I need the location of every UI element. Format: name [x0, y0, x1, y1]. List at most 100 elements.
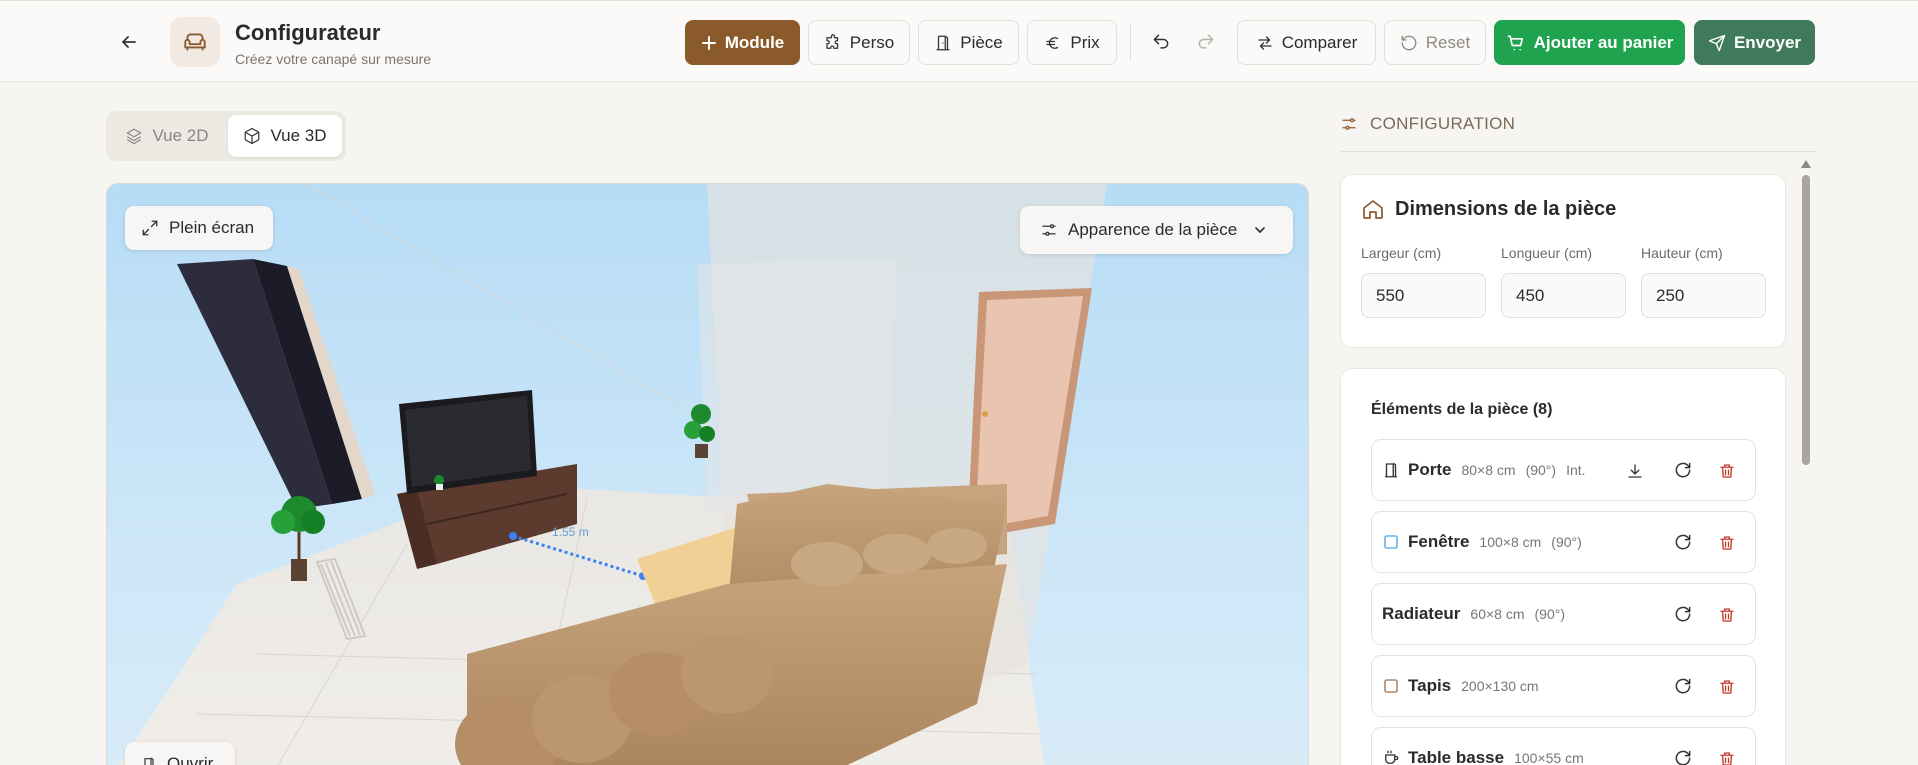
redo-icon — [1198, 34, 1214, 49]
rotate-icon — [1675, 606, 1691, 622]
trash-icon — [1720, 608, 1734, 622]
view-2d-tab[interactable]: Vue 2D — [110, 115, 224, 157]
back-button[interactable] — [116, 29, 142, 55]
rotate-button[interactable] — [1671, 747, 1695, 765]
page-title: Configurateur — [235, 20, 381, 45]
delete-button[interactable] — [1715, 675, 1739, 699]
reset-button[interactable]: Reset — [1384, 20, 1486, 65]
panel-scrollbar[interactable] — [1802, 175, 1810, 465]
reset-label: Reset — [1425, 32, 1471, 52]
cup-icon — [1385, 750, 1399, 764]
compare-label: Comparer — [1281, 32, 1358, 52]
trash-icon — [1720, 680, 1734, 694]
swap-icon — [1258, 35, 1272, 50]
largeur-label: Largeur (cm) — [1361, 245, 1442, 261]
rotate-button[interactable] — [1671, 603, 1695, 627]
send-button[interactable]: Envoyer — [1694, 20, 1815, 65]
app-logo — [170, 17, 220, 67]
element-size: 100×55 cm — [1514, 750, 1584, 765]
reset-icon — [1401, 35, 1417, 50]
rug-icon — [1384, 679, 1398, 693]
3d-viewport[interactable]: 1.55 m Plein écran Apparence de la pièce — [106, 183, 1309, 765]
room-appearance-dropdown[interactable]: Apparence de la pièce — [1020, 206, 1293, 254]
add-to-cart-label: Ajouter au panier — [1533, 32, 1674, 52]
rotate-icon — [1675, 750, 1691, 765]
redo-button[interactable] — [1193, 29, 1219, 55]
open-label: Ouvrir — [167, 754, 214, 765]
fullscreen-button[interactable]: Plein écran — [125, 206, 273, 250]
undo-icon — [1153, 34, 1169, 49]
view-3d-tab[interactable]: Vue 3D — [228, 115, 342, 157]
element-name: Tapis — [1408, 676, 1452, 695]
piece-label: Pièce — [960, 32, 1003, 52]
element-row-porte[interactable]: Porte 80×8 cm (90°) Int. — [1371, 439, 1756, 501]
add-to-cart-button[interactable]: Ajouter au panier — [1494, 20, 1685, 65]
delete-button[interactable] — [1715, 459, 1739, 483]
element-size: 80×8 cm — [1461, 462, 1516, 478]
element-name: Table basse — [1408, 748, 1505, 765]
element-row-tapis[interactable]: Tapis 200×130 cm — [1371, 655, 1756, 717]
arrow-left-icon — [122, 36, 136, 48]
element-name: Porte — [1408, 460, 1452, 479]
prix-button[interactable]: Prix — [1027, 20, 1117, 65]
download-button[interactable] — [1623, 459, 1647, 483]
compare-button[interactable]: Comparer — [1237, 20, 1376, 65]
element-name: Radiateur — [1382, 604, 1461, 623]
door-icon — [1385, 462, 1397, 478]
plus-icon — [701, 35, 716, 50]
perso-label: Perso — [849, 32, 895, 52]
hauteur-input[interactable] — [1641, 273, 1766, 318]
sliders-icon — [1042, 224, 1056, 236]
piece-button[interactable]: Pièce — [918, 20, 1019, 65]
door-icon — [936, 35, 950, 50]
configuration-divider — [1340, 151, 1816, 152]
room-dimensions-card: Dimensions de la pièce Largeur (cm) Long… — [1340, 174, 1786, 348]
element-name: Fenêtre — [1408, 532, 1470, 551]
delete-button[interactable] — [1715, 747, 1739, 765]
element-row-radiateur[interactable]: Radiateur 60×8 cm (90°) — [1371, 583, 1756, 645]
send-label: Envoyer — [1733, 32, 1802, 52]
rotate-button[interactable] — [1671, 531, 1695, 555]
scroll-up-arrow[interactable] — [1800, 158, 1812, 170]
room-dimensions-title-text: Dimensions de la pièce — [1395, 197, 1617, 220]
element-row-table-basse[interactable]: Table basse 100×55 cm — [1371, 727, 1756, 765]
measurement-label: 1.55 m — [552, 525, 589, 539]
view-2d-label: Vue 2D — [152, 126, 209, 145]
rotate-icon — [1675, 534, 1691, 550]
delete-button[interactable] — [1715, 531, 1739, 555]
hauteur-label: Hauteur (cm) — [1641, 245, 1723, 261]
tv-model — [399, 390, 537, 494]
element-angle: (90°) — [1551, 534, 1582, 550]
room-appearance-label: Apparence de la pièce — [1068, 220, 1238, 239]
configuration-heading: CONFIGURATION — [1340, 114, 1515, 134]
prix-label: Prix — [1070, 32, 1100, 52]
add-module-label: Module — [724, 32, 785, 52]
trash-icon — [1720, 752, 1734, 765]
element-size: 100×8 cm — [1479, 534, 1542, 550]
element-extra: Int. — [1566, 462, 1586, 478]
rotate-button[interactable] — [1671, 459, 1695, 483]
euro-icon — [1046, 36, 1059, 49]
rotate-button[interactable] — [1671, 675, 1695, 699]
delete-button[interactable] — [1715, 603, 1739, 627]
room-scene[interactable]: 1.55 m — [107, 184, 1309, 765]
wall-panel — [697, 259, 897, 514]
download-icon — [1628, 464, 1642, 478]
element-row-fenetre[interactable]: Fenêtre 100×8 cm (90°) — [1371, 511, 1756, 573]
home-icon — [1363, 200, 1383, 219]
room-dimensions-title: Dimensions de la pièce — [1361, 197, 1616, 221]
perso-button[interactable]: Perso — [808, 20, 910, 65]
app-header: Configurateur Créez votre canapé sur mes… — [0, 0, 1918, 82]
room-elements-card: Éléments de la pièce (8) Porte 80×8 cm (… — [1340, 368, 1786, 765]
longueur-input[interactable] — [1501, 273, 1626, 318]
open-button[interactable]: Ouvrir — [125, 742, 235, 765]
rotate-icon — [1675, 678, 1691, 694]
largeur-input[interactable] — [1361, 273, 1486, 318]
send-icon — [1708, 34, 1726, 51]
trash-icon — [1720, 536, 1734, 550]
longueur-label: Longueur (cm) — [1501, 245, 1593, 261]
add-module-button[interactable]: Module — [685, 20, 800, 65]
wardrobe-model — [177, 259, 375, 509]
undo-button[interactable] — [1148, 29, 1174, 55]
element-angle: (90°) — [1525, 462, 1557, 478]
